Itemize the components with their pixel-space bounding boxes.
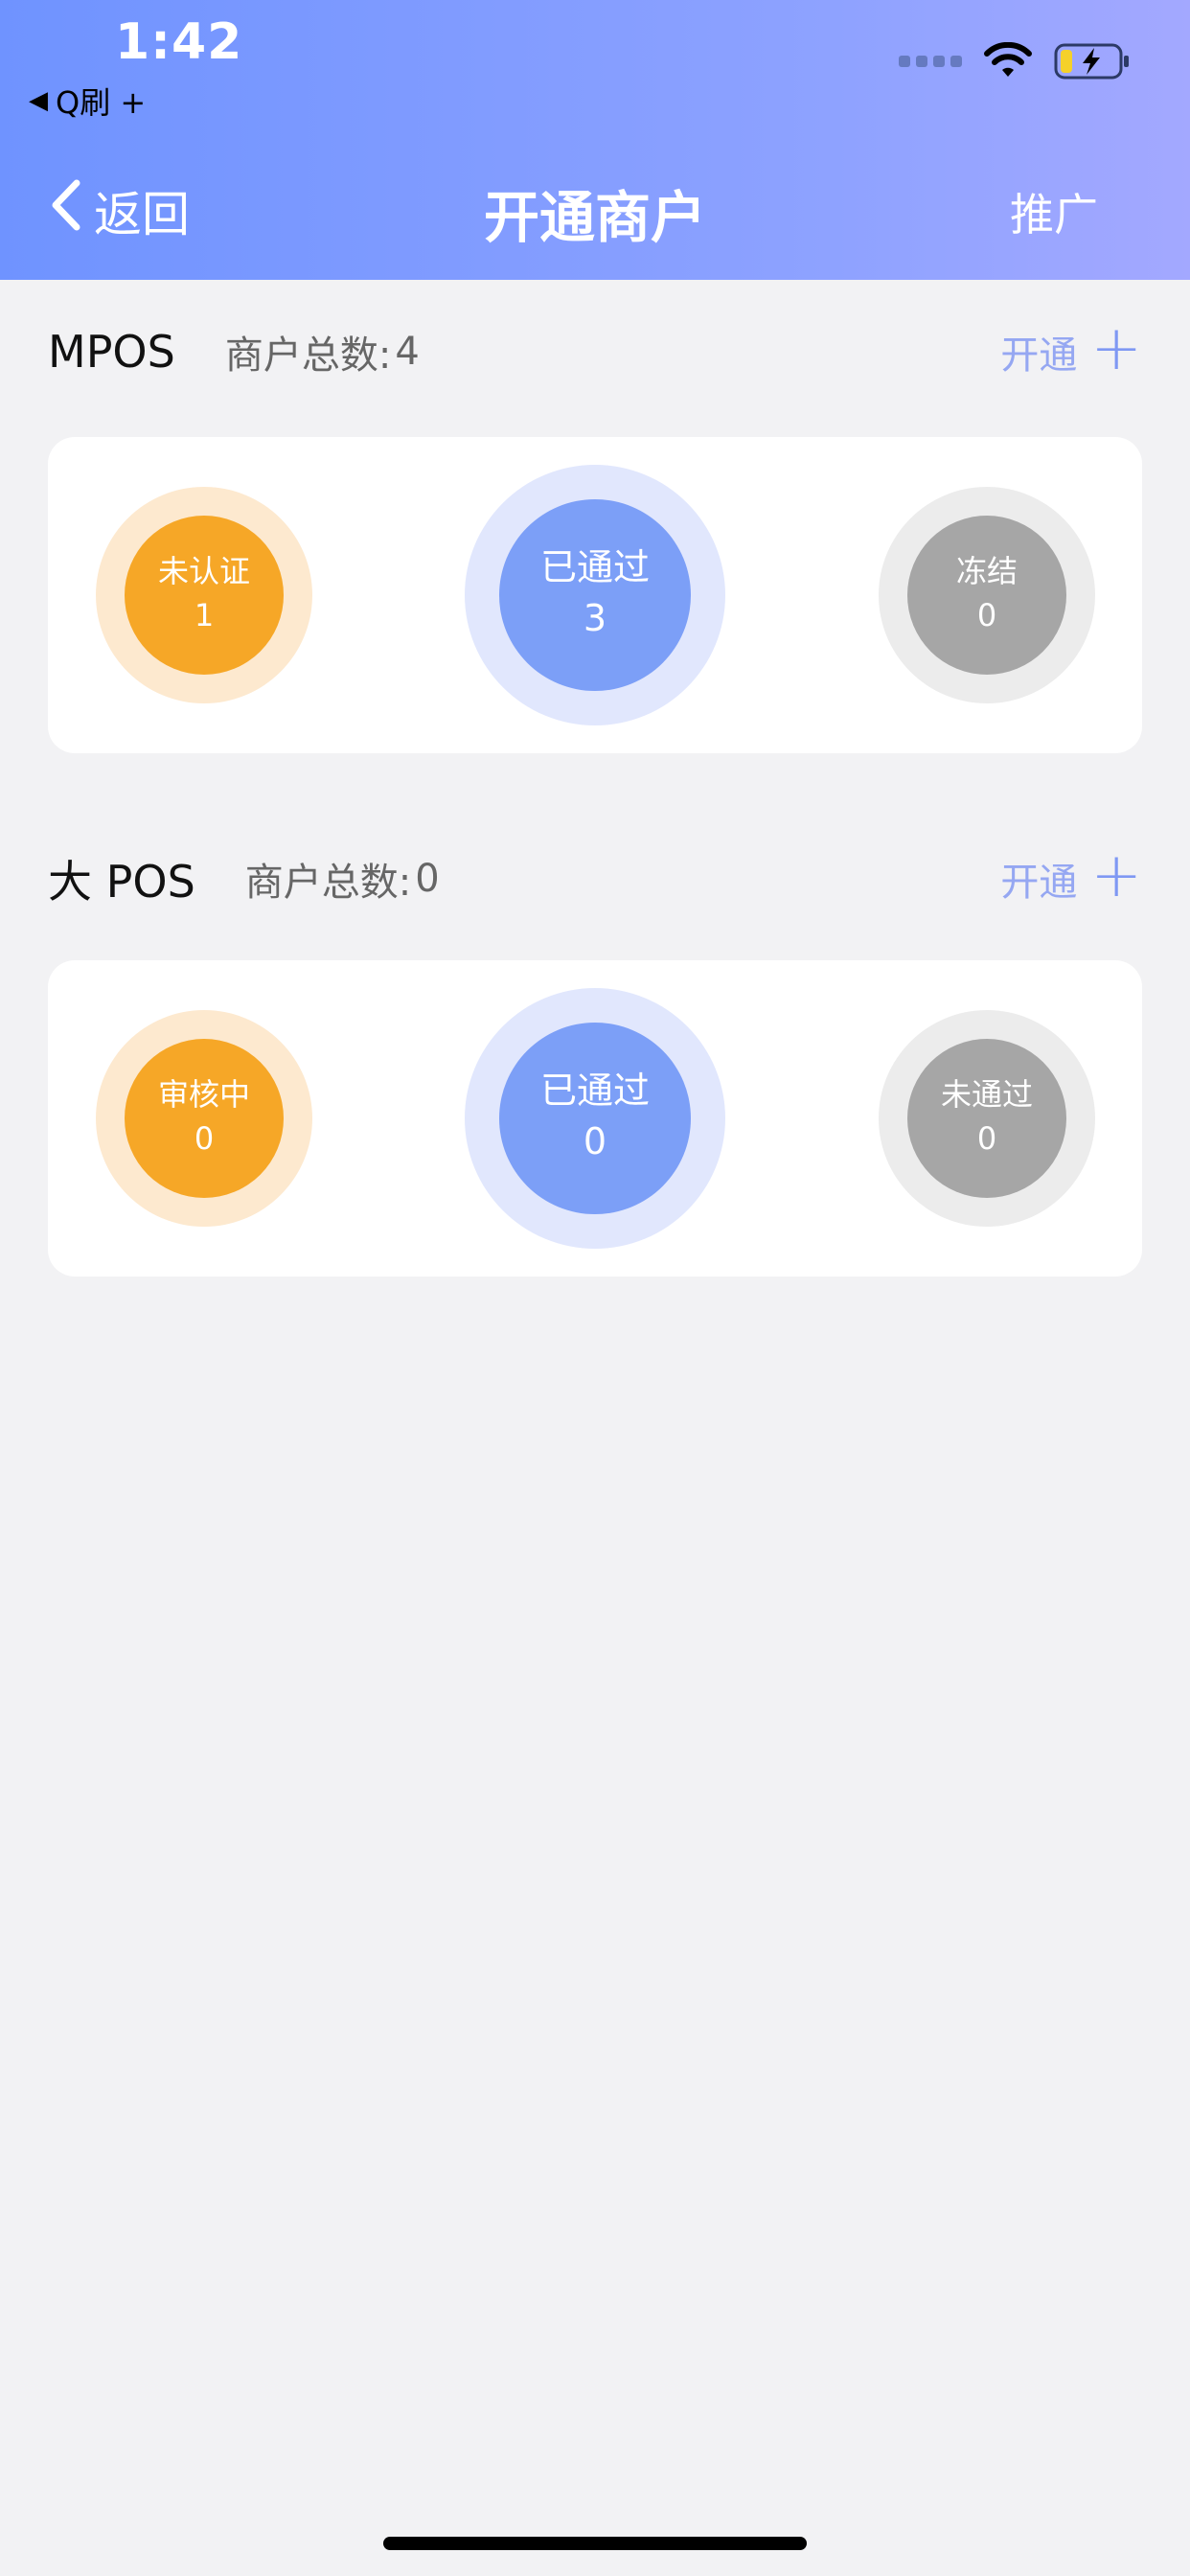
status-value: 0: [583, 1120, 607, 1163]
chevron-left-icon: [50, 179, 82, 242]
status-value: 3: [583, 597, 607, 640]
merchant-count-label: 商户总数:: [224, 334, 392, 378]
status-card-mpos: 未认证 1 已通过 3 冻结 0: [48, 437, 1142, 753]
merchant-count-label: 商户总数:: [244, 861, 412, 905]
plus-icon: +: [1090, 313, 1142, 384]
merchant-count-value: 4: [395, 330, 420, 374]
back-button[interactable]: 返回: [50, 176, 190, 245]
open-label: 开通: [1000, 861, 1078, 905]
battery-charging-icon: [1054, 42, 1131, 80]
status-label: 未通过: [940, 1076, 1033, 1114]
back-label: 返回: [94, 187, 190, 242]
merchant-count-value: 0: [415, 857, 440, 901]
back-triangle-icon: ◀: [29, 86, 48, 115]
section-title: 大 POS: [48, 856, 195, 908]
status-circle-frozen[interactable]: 冻结 0: [879, 487, 1095, 703]
header-bar: 1:42 ◀ Q刷 + 返回 开通商户 推广: [0, 0, 1190, 280]
status-label: 冻结: [955, 553, 1018, 590]
status-circle-approved[interactable]: 已通过 0: [465, 988, 725, 1249]
wifi-icon: [983, 42, 1033, 80]
status-circle-unverified[interactable]: 未认证 1: [96, 487, 312, 703]
status-label: 已通过: [539, 545, 650, 588]
merchant-count: 商户总数: 4: [225, 324, 420, 380]
status-time: 1:42: [115, 13, 243, 71]
status-circle-approved[interactable]: 已通过 3: [465, 465, 725, 725]
status-label: 已通过: [539, 1069, 650, 1112]
status-label: 审核中: [157, 1076, 250, 1114]
promote-button[interactable]: 推广: [1010, 180, 1098, 243]
open-merchant-button[interactable]: 开通 +: [1000, 845, 1142, 907]
section-title: MPOS: [48, 326, 175, 378]
status-value: 0: [194, 1119, 215, 1157]
status-circle-reviewing[interactable]: 审核中 0: [96, 1010, 312, 1227]
status-value: 0: [976, 596, 997, 633]
open-label: 开通: [1000, 334, 1078, 378]
section-header-big-pos: 大 POS 商户总数: 0 开通 +: [48, 845, 1142, 910]
status-circle-rejected[interactable]: 未通过 0: [879, 1010, 1095, 1227]
status-back-app-label: Q刷 +: [56, 84, 147, 121]
status-label: 未认证: [157, 553, 250, 590]
status-back-to-app[interactable]: ◀ Q刷 +: [29, 79, 146, 123]
status-value: 0: [976, 1119, 997, 1157]
section-header-mpos: MPOS 商户总数: 4 开通 +: [48, 318, 1142, 380]
status-value: 1: [194, 596, 215, 633]
cellular-signal-icon: [899, 56, 962, 67]
plus-icon: +: [1090, 840, 1142, 911]
home-indicator[interactable]: [383, 2537, 807, 2550]
status-card-big-pos: 审核中 0 已通过 0 未通过 0: [48, 960, 1142, 1276]
status-indicators: [899, 42, 1131, 80]
merchant-count: 商户总数: 0: [245, 851, 440, 907]
open-merchant-button[interactable]: 开通 +: [1000, 318, 1142, 380]
